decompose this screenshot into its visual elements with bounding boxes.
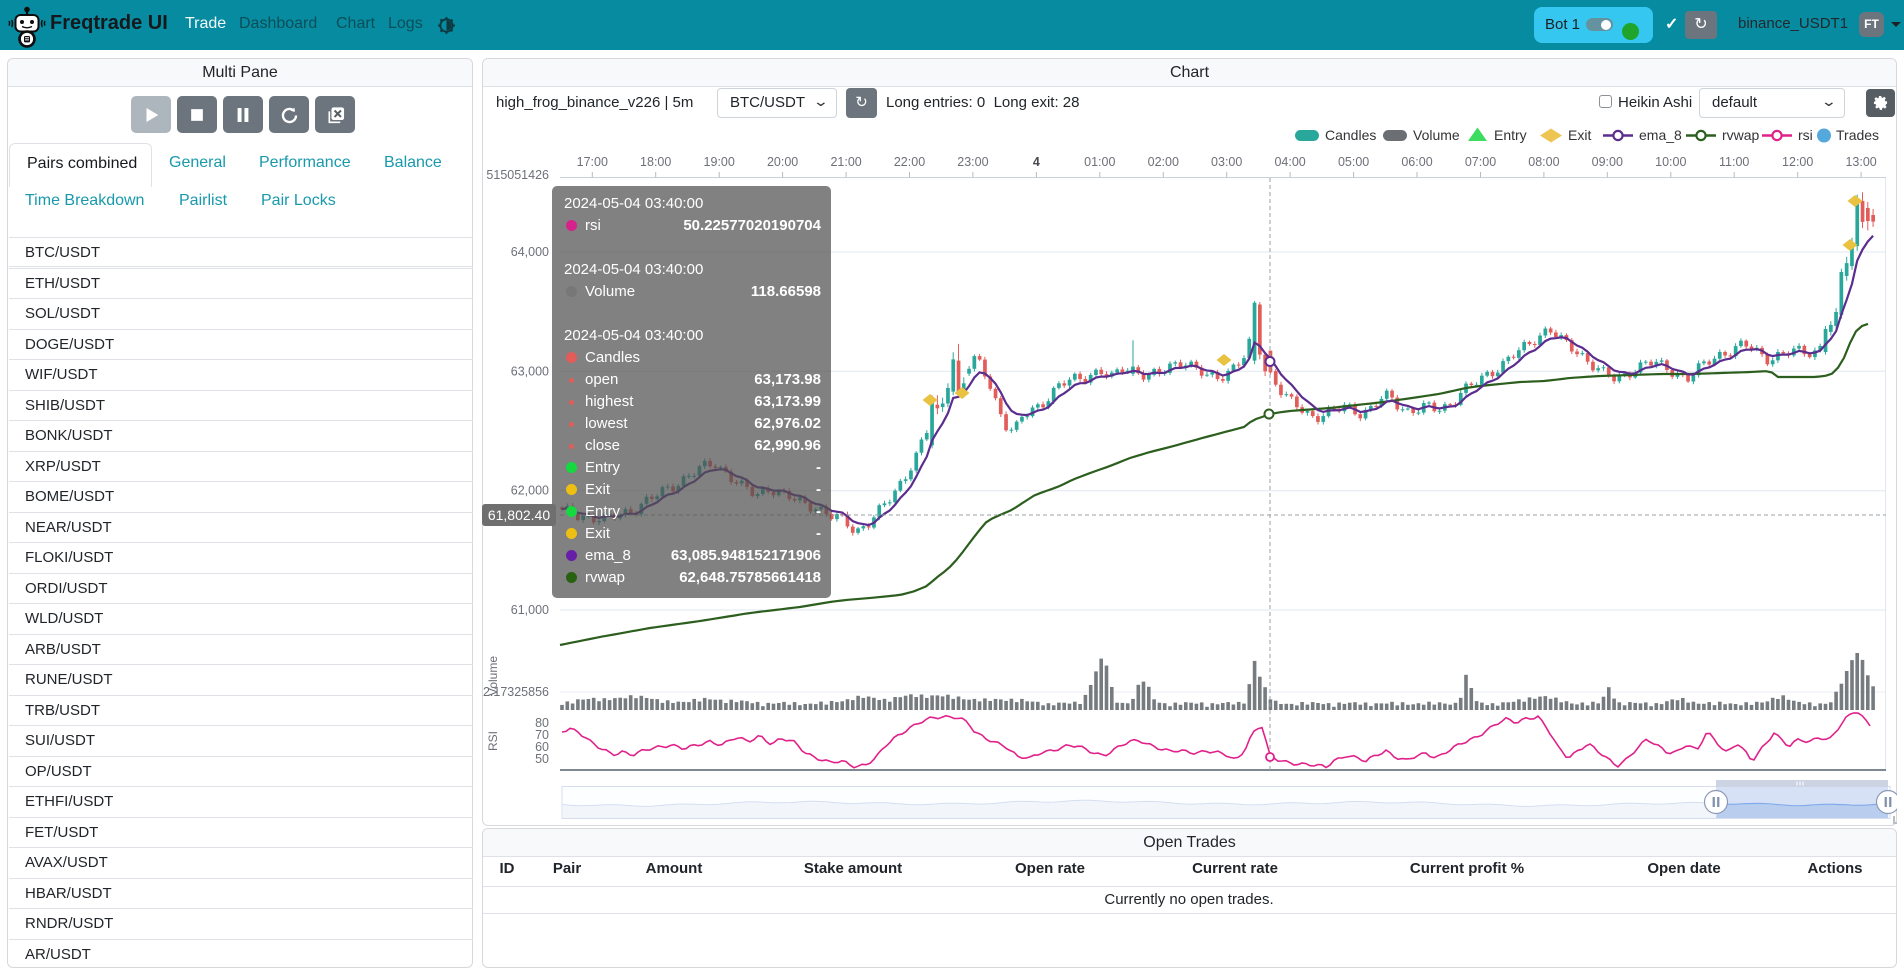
svg-text:62,000: 62,000 <box>511 484 549 498</box>
svg-text:18:00: 18:00 <box>640 155 671 169</box>
svg-text:22:00: 22:00 <box>894 155 925 169</box>
svg-text:17:00: 17:00 <box>577 155 608 169</box>
svg-text:64,000: 64,000 <box>511 245 549 259</box>
svg-text:12:00: 12:00 <box>1782 155 1813 169</box>
svg-text:01:00: 01:00 <box>1084 155 1115 169</box>
svg-text:03:00: 03:00 <box>1211 155 1242 169</box>
svg-text:04:00: 04:00 <box>1274 155 1305 169</box>
svg-text:13:00: 13:00 <box>1845 155 1876 169</box>
svg-text:RSI: RSI <box>486 731 500 751</box>
svg-text:50: 50 <box>535 752 549 766</box>
svg-text:21:00: 21:00 <box>830 155 861 169</box>
svg-text:23:00: 23:00 <box>957 155 988 169</box>
svg-text:515051426: 515051426 <box>486 168 549 182</box>
svg-text:07:00: 07:00 <box>1465 155 1496 169</box>
svg-text:Volume: Volume <box>486 656 500 696</box>
svg-text:06:00: 06:00 <box>1401 155 1432 169</box>
svg-text:61,000: 61,000 <box>511 603 549 617</box>
svg-text:63,000: 63,000 <box>511 364 549 378</box>
svg-text:20:00: 20:00 <box>767 155 798 169</box>
svg-text:02:00: 02:00 <box>1148 155 1179 169</box>
svg-text:4: 4 <box>1033 155 1040 169</box>
svg-text:11:00: 11:00 <box>1719 155 1749 169</box>
svg-text:19:00: 19:00 <box>704 155 735 169</box>
svg-text:05:00: 05:00 <box>1338 155 1369 169</box>
svg-text:09:00: 09:00 <box>1592 155 1623 169</box>
svg-text:08:00: 08:00 <box>1528 155 1559 169</box>
svg-text:10:00: 10:00 <box>1655 155 1686 169</box>
